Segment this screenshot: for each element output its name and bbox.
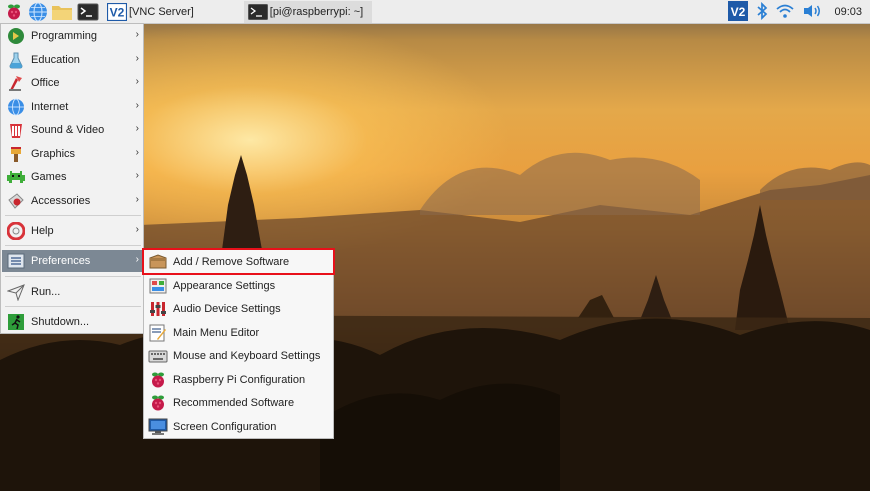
menu-item-label: Office <box>31 77 60 89</box>
globe-icon <box>6 97 26 117</box>
submenu-item-label: Main Menu Editor <box>173 327 260 339</box>
run-icon <box>6 282 26 302</box>
menu-item-shutdown[interactable]: Shutdown... <box>2 311 143 333</box>
submenu-item-main-menu-editor[interactable]: Main Menu Editor <box>145 322 333 344</box>
folder-icon <box>52 5 72 20</box>
shutdown-icon <box>6 312 26 332</box>
monitor-icon <box>148 417 168 437</box>
svg-text:V2: V2 <box>110 5 125 19</box>
bluetooth-icon[interactable] <box>756 1 768 23</box>
menu-item-office[interactable]: Office › <box>2 72 143 94</box>
terminal-launcher[interactable] <box>77 1 99 23</box>
submenu-item-raspberry-pi-configuration[interactable]: Raspberry Pi Configuration <box>145 369 333 391</box>
menu-item-label: Run... <box>31 286 61 298</box>
globe-icon <box>29 2 47 21</box>
help-icon <box>6 221 26 241</box>
menu-item-programming[interactable]: Programming › <box>2 25 143 47</box>
submenu-item-label: Screen Configuration <box>173 421 277 433</box>
office-icon <box>6 73 26 93</box>
chevron-right-icon: › <box>135 29 139 40</box>
chevron-right-icon: › <box>135 254 139 265</box>
menu-item-accessories[interactable]: Accessories › <box>2 190 143 212</box>
raspberry-icon <box>148 393 168 413</box>
chevron-right-icon: › <box>135 76 139 87</box>
graphics-icon <box>6 144 26 164</box>
task-label: [VNC Server] <box>129 5 194 18</box>
chevron-right-icon: › <box>135 53 139 64</box>
submenu-item-audio-device-settings[interactable]: Audio Device Settings <box>145 298 333 320</box>
submenu-item-recommended-software[interactable]: Recommended Software <box>145 392 333 414</box>
vnc-tray-icon[interactable]: V2 <box>728 0 749 24</box>
menu-separator <box>5 306 141 307</box>
chevron-right-icon: › <box>135 123 139 134</box>
svg-text:V2: V2 <box>731 5 746 19</box>
submenu-item-label: Appearance Settings <box>173 280 276 292</box>
taskbar: V2 [VNC Server] [pi@raspberrypi: ~] V2 0… <box>0 0 870 24</box>
menu-item-graphics[interactable]: Graphics › <box>2 143 143 165</box>
menu-editor-icon <box>148 323 168 343</box>
menu-item-label: Internet <box>31 101 69 113</box>
menu-separator <box>5 245 141 246</box>
browser-launcher[interactable] <box>27 1 49 23</box>
wifi-icon[interactable] <box>776 3 795 22</box>
menu-item-label: Graphics <box>31 148 76 160</box>
submenu-item-label: Raspberry Pi Configuration <box>173 374 306 386</box>
accessories-icon <box>6 191 26 211</box>
chevron-right-icon: › <box>135 100 139 111</box>
terminal-icon <box>77 3 99 20</box>
menu-item-label: Sound & Video <box>31 124 105 136</box>
submenu-item-label: Audio Device Settings <box>173 303 281 315</box>
menu-item-label: Education <box>31 54 80 66</box>
menu-item-internet[interactable]: Internet › <box>2 96 143 118</box>
menu-separator <box>5 215 141 216</box>
clock[interactable]: 09:03 <box>834 6 862 18</box>
submenu-item-appearance-settings[interactable]: Appearance Settings <box>145 275 333 297</box>
chevron-right-icon: › <box>135 170 139 181</box>
main-menu: Programming › Education › Office › Inter… <box>0 23 144 334</box>
menu-item-games[interactable]: Games › <box>2 166 143 188</box>
task-label: [pi@raspberrypi: ~] <box>269 5 364 18</box>
raspberry-menu-button[interactable] <box>3 1 25 23</box>
menu-item-run[interactable]: Run... <box>2 281 143 303</box>
volume-icon[interactable] <box>802 3 822 22</box>
file-manager-launcher[interactable] <box>51 1 73 23</box>
menu-item-label: Shutdown... <box>31 316 90 328</box>
terminal-icon <box>247 3 268 21</box>
raspberry-icon <box>148 370 168 390</box>
menu-item-education[interactable]: Education › <box>2 49 143 71</box>
menu-separator <box>5 276 141 277</box>
menu-item-label: Preferences <box>31 255 91 267</box>
programming-icon <box>6 26 26 46</box>
submenu-item-label: Recommended Software <box>173 397 295 409</box>
menu-item-help[interactable]: Help › <box>2 220 143 242</box>
menu-item-label: Help <box>31 225 54 237</box>
games-icon <box>6 167 26 187</box>
preferences-submenu: Add / Remove Software Appearance Setting… <box>143 249 334 439</box>
sound-video-icon <box>6 120 26 140</box>
task-terminal[interactable]: [pi@raspberrypi: ~] <box>243 0 372 23</box>
submenu-item-label: Mouse and Keyboard Settings <box>173 350 321 362</box>
raspberry-icon <box>8 4 20 19</box>
chevron-right-icon: › <box>135 224 139 235</box>
vnc-icon: V2 <box>107 2 127 21</box>
keyboard-icon <box>148 346 168 366</box>
task-vnc-server[interactable]: V2 [VNC Server] <box>103 1 198 23</box>
education-icon <box>6 50 26 70</box>
menu-item-preferences[interactable]: Preferences › <box>2 250 143 272</box>
annotation-highlight-box <box>142 248 335 275</box>
preferences-icon <box>6 251 26 271</box>
submenu-item-screen-configuration[interactable]: Screen Configuration <box>145 416 333 438</box>
appearance-icon <box>148 276 168 296</box>
menu-item-sound-video[interactable]: Sound & Video › <box>2 119 143 141</box>
submenu-item-mouse-keyboard-settings[interactable]: Mouse and Keyboard Settings <box>145 345 333 367</box>
menu-item-label: Accessories <box>31 195 91 207</box>
system-tray: V2 09:03 <box>728 0 862 24</box>
menu-item-label: Programming <box>31 30 98 42</box>
menu-item-label: Games <box>31 171 67 183</box>
audio-icon <box>148 299 168 319</box>
chevron-right-icon: › <box>135 194 139 205</box>
chevron-right-icon: › <box>135 147 139 158</box>
